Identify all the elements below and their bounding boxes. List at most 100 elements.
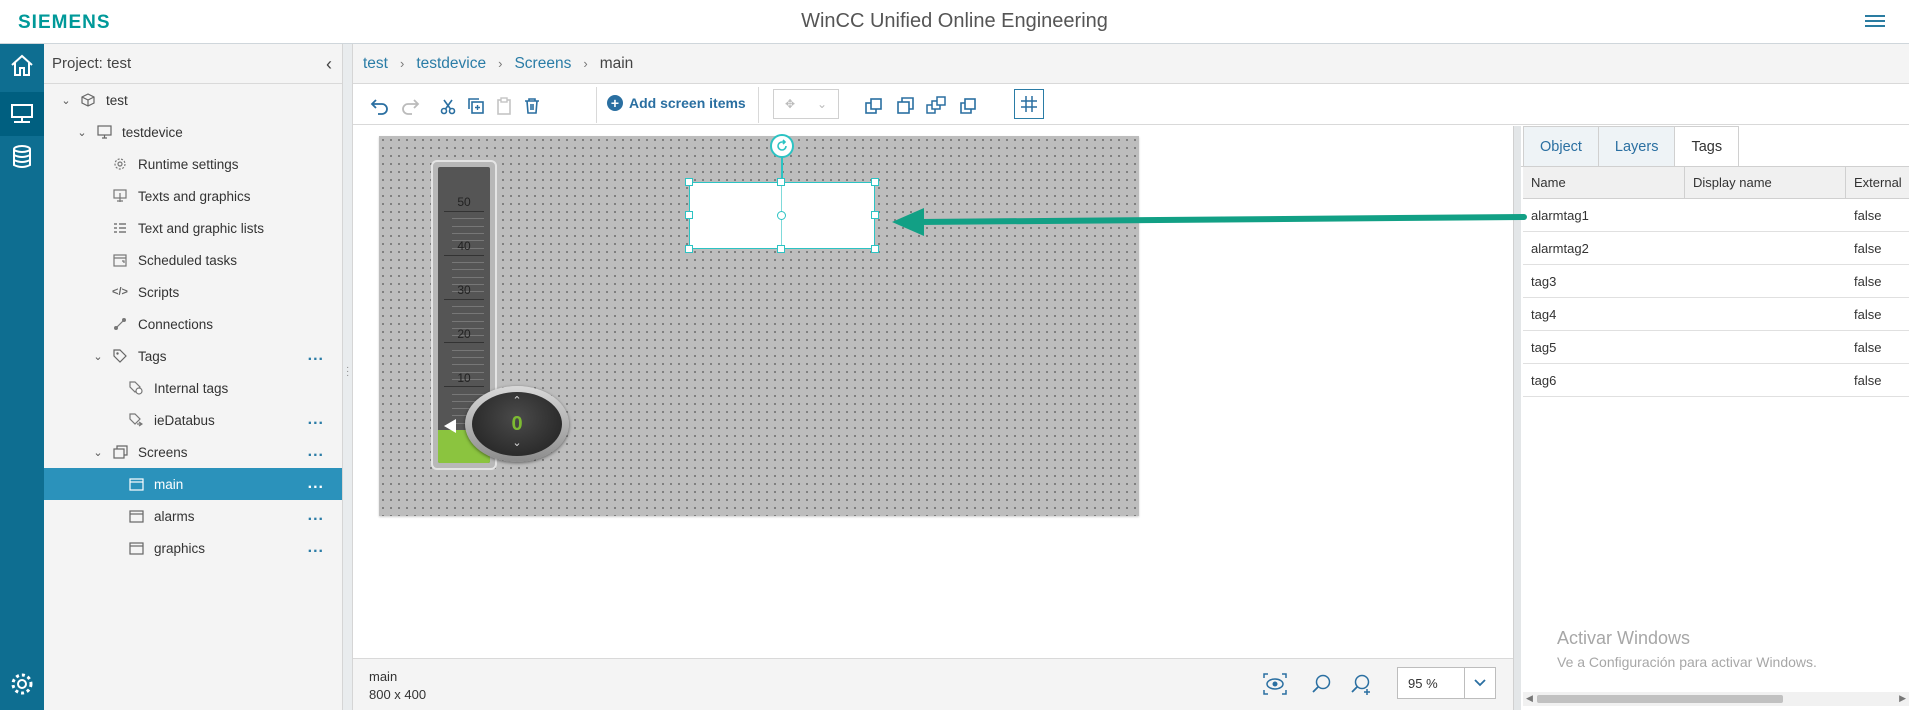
tab-layers[interactable]: Layers (1597, 126, 1676, 166)
tree-node-text-graphic-lists[interactable]: Text and graphic lists (44, 212, 342, 244)
tree-node-testdevice[interactable]: ⌄ testdevice (44, 116, 342, 148)
table-row[interactable]: tag6 false (1523, 364, 1909, 397)
resize-handle[interactable] (685, 211, 693, 219)
breadcrumb-link-test[interactable]: test (363, 55, 388, 73)
tree-node-internal-tags[interactable]: Internal tags (44, 372, 342, 404)
tree-splitter-handle[interactable]: · · · (343, 44, 353, 710)
tree-node-connections[interactable]: Connections (44, 308, 342, 340)
cube-icon (80, 92, 96, 108)
zoom-dropdown-chevron-icon[interactable] (1464, 667, 1496, 699)
tree-label: Screens (138, 444, 188, 460)
resize-handle[interactable] (685, 178, 693, 186)
more-options-icon[interactable]: ... (308, 443, 324, 461)
resize-handle[interactable] (777, 178, 785, 186)
gauge-tick (452, 262, 484, 264)
tab-object[interactable]: Object (1523, 126, 1599, 166)
gauge-tick (452, 232, 484, 234)
collapse-panel-icon[interactable]: ‹ (326, 54, 332, 75)
chevron-down-icon[interactable]: ⌄ (76, 126, 88, 139)
app-header: SIEMENS WinCC Unified Online Engineering (0, 0, 1909, 44)
home-icon[interactable] (0, 44, 44, 88)
undo-icon[interactable] (367, 93, 393, 119)
editor-toolbar: + Add screen items ✥ ⌄ (353, 85, 1909, 125)
screen-icon (128, 508, 144, 524)
preview-icon[interactable] (1262, 671, 1288, 697)
more-options-icon[interactable]: ... (308, 475, 324, 493)
add-screen-items-button[interactable]: + Add screen items (607, 95, 746, 111)
more-options-icon[interactable]: ... (308, 539, 324, 557)
send-to-back-icon[interactable] (955, 93, 981, 119)
hamburger-menu-icon[interactable] (1865, 12, 1885, 32)
tree-node-runtime-settings[interactable]: Runtime settings (44, 148, 342, 180)
gauge-tick (452, 349, 484, 351)
grid-toggle-icon[interactable] (1014, 89, 1044, 119)
tree-node-tags[interactable]: ⌄ Tags ... (44, 340, 342, 372)
tree-node-screens[interactable]: ⌄ Screens ... (44, 436, 342, 468)
tag-icon (112, 348, 128, 364)
send-backward-icon[interactable] (923, 93, 949, 119)
tree-node-texts-and-graphics[interactable]: Texts and graphics (44, 180, 342, 212)
align-dropdown[interactable]: ✥ ⌄ (773, 89, 839, 119)
gauge-tick (452, 320, 484, 322)
tab-tags[interactable]: Tags (1674, 126, 1740, 166)
tree-node-graphics[interactable]: graphics ... (44, 532, 342, 564)
tree-node-iedatabus[interactable]: ieDatabus ... (44, 404, 342, 436)
database-icon[interactable] (0, 135, 44, 179)
resize-handle[interactable] (685, 245, 693, 253)
knob-down-icon[interactable]: ⌄ (472, 436, 562, 449)
windows-activation-title: Activar Windows (1557, 628, 1691, 648)
chevron-down-icon[interactable]: ⌄ (60, 94, 72, 107)
breadcrumb-link-screens[interactable]: Screens (514, 55, 571, 73)
properties-splitter-handle[interactable] (1513, 126, 1521, 710)
paste-icon[interactable] (491, 93, 517, 119)
tag-external-cell: false (1854, 339, 1882, 355)
tree-node-scripts[interactable]: </> Scripts (44, 276, 342, 308)
chevron-down-icon[interactable]: ⌄ (92, 350, 104, 363)
scrollbar-thumb[interactable] (1537, 695, 1783, 703)
more-options-icon[interactable]: ... (308, 347, 324, 365)
more-options-icon[interactable]: ... (308, 507, 324, 525)
table-row[interactable]: alarmtag1 false (1523, 199, 1909, 232)
resize-handle[interactable] (871, 178, 879, 186)
settings-icon[interactable] (0, 662, 44, 706)
left-navigation-rail (0, 44, 44, 710)
knob-up-icon[interactable]: ⌃ (472, 394, 562, 407)
scroll-right-icon[interactable]: ▶ (1899, 693, 1906, 704)
resize-handle[interactable] (777, 245, 785, 253)
table-row[interactable]: alarmtag2 false (1523, 232, 1909, 265)
redo-icon[interactable] (397, 93, 423, 119)
table-row[interactable]: tag4 false (1523, 298, 1909, 331)
bring-forward-icon[interactable] (861, 93, 887, 119)
zoom-level-field[interactable]: 95 % (1397, 667, 1465, 699)
gauge-tick (452, 357, 484, 358)
copy-icon[interactable] (463, 93, 489, 119)
resize-handle[interactable] (871, 211, 879, 219)
screen-canvas[interactable]: 50 40 30 20 10 ⌃ 0 ⌄ (379, 134, 1139, 516)
tree-node-alarms[interactable]: alarms ... (44, 500, 342, 532)
resize-handle[interactable] (871, 245, 879, 253)
spin-knob[interactable]: ⌃ 0 ⌄ (465, 386, 569, 462)
column-header-display-name[interactable]: Display name (1685, 167, 1846, 198)
calendar-icon (112, 252, 128, 268)
zoom-out-icon[interactable] (1309, 671, 1335, 697)
table-row[interactable]: tag5 false (1523, 331, 1909, 364)
rotate-handle-icon[interactable] (770, 134, 794, 158)
tree-node-scheduled-tasks[interactable]: Scheduled tasks (44, 244, 342, 276)
column-header-name[interactable]: Name (1523, 167, 1685, 198)
cut-icon[interactable] (435, 93, 461, 119)
tree-node-main[interactable]: main ... (44, 468, 342, 500)
horizontal-scrollbar[interactable]: ◀ ▶ (1523, 692, 1909, 706)
table-row[interactable]: tag3 false (1523, 265, 1909, 298)
delete-icon[interactable] (519, 93, 545, 119)
bring-to-front-icon[interactable] (893, 93, 919, 119)
zoom-in-icon[interactable] (1348, 671, 1374, 697)
scroll-left-icon[interactable]: ◀ (1526, 693, 1533, 704)
more-options-icon[interactable]: ... (308, 411, 324, 429)
tree-node-test[interactable]: ⌄ test (44, 84, 342, 116)
column-header-external[interactable]: External (1846, 167, 1909, 198)
chevron-down-icon[interactable]: ⌄ (92, 446, 104, 459)
device-icon[interactable] (0, 92, 44, 136)
center-handle[interactable] (777, 211, 786, 220)
breadcrumb-link-testdevice[interactable]: testdevice (416, 55, 486, 73)
screen-editor-workspace: 50 40 30 20 10 ⌃ 0 ⌄ (353, 126, 1513, 658)
